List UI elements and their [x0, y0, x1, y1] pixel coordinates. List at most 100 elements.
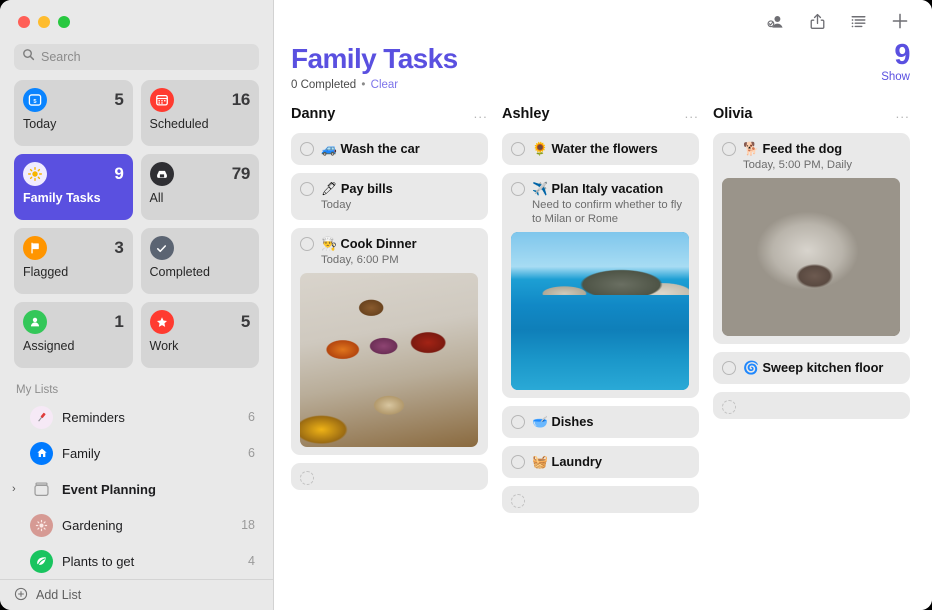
- svg-text:5: 5: [33, 99, 37, 105]
- clear-completed-button[interactable]: Clear: [371, 79, 398, 91]
- new-task-row[interactable]: [713, 392, 910, 419]
- task-card[interactable]: 🖊 Pay bills Today: [291, 173, 488, 220]
- chevron-right-icon[interactable]: ›: [12, 483, 24, 495]
- search-input[interactable]: Search: [14, 44, 259, 70]
- task-checkbox[interactable]: [300, 237, 314, 251]
- sidebar-item-family[interactable]: › Family 6: [10, 435, 263, 471]
- new-task-row[interactable]: [291, 463, 488, 490]
- zoom-button[interactable]: [58, 16, 70, 28]
- task-attachment-image[interactable]: [722, 178, 900, 336]
- task-card[interactable]: ✈️ Plan Italy vacation Need to confirm w…: [502, 173, 699, 398]
- sidebar-item-scheduled[interactable]: 16 Scheduled: [141, 80, 260, 146]
- add-list-button[interactable]: Add List: [0, 579, 273, 610]
- sidebar-item-all[interactable]: 79 All: [141, 154, 260, 220]
- task-checkbox[interactable]: [511, 455, 525, 469]
- sidebar-item-work[interactable]: 5 Work: [141, 302, 260, 368]
- sidebar-item-assigned[interactable]: 1 Assigned: [14, 302, 133, 368]
- sidebar-item-event-planning[interactable]: › Event Planning: [10, 471, 263, 507]
- columns-container: Danny ... 🚙 Wash the car 🖊 Pay bills Tod…: [274, 91, 932, 521]
- sidebar-item-event-planning-label: Event Planning: [62, 482, 246, 497]
- list-view-icon[interactable]: [849, 12, 868, 31]
- smart-lists-grid: 5 5 Today 16 Scheduled: [0, 80, 273, 368]
- task-attachment-image[interactable]: [511, 232, 689, 390]
- task-due-date: Today, 6:00 PM: [300, 253, 478, 267]
- minimize-button[interactable]: [38, 16, 50, 28]
- task-card[interactable]: 🥣 Dishes: [502, 406, 699, 438]
- column-menu-button[interactable]: ...: [896, 110, 910, 118]
- task-checkbox[interactable]: [722, 400, 736, 414]
- close-button[interactable]: [18, 16, 30, 28]
- flag-icon: [23, 236, 47, 260]
- task-checkbox[interactable]: [722, 361, 736, 375]
- sidebar-item-family-label: Family: [62, 446, 239, 461]
- main-content: Family Tasks 0 Completed • Clear 9 Show …: [274, 0, 932, 610]
- task-checkbox[interactable]: [511, 415, 525, 429]
- task-attachment-image[interactable]: [300, 273, 478, 447]
- show-completed-button[interactable]: Show: [881, 71, 910, 83]
- calendar-icon: [150, 88, 174, 112]
- reminder-count: 9: [881, 40, 910, 70]
- sidebar-item-reminders-count: 6: [248, 410, 255, 424]
- column-title: Ashley: [502, 106, 550, 122]
- task-checkbox[interactable]: [511, 182, 525, 196]
- sidebar-item-reminders-label: Reminders: [62, 410, 239, 425]
- completed-status: 0 Completed • Clear: [291, 79, 910, 91]
- task-title: 🌀 Sweep kitchen floor: [743, 360, 883, 376]
- task-checkbox[interactable]: [722, 142, 736, 156]
- share-icon[interactable]: [808, 12, 827, 31]
- task-card[interactable]: 🚙 Wash the car: [291, 133, 488, 165]
- search-container: Search: [0, 36, 273, 80]
- column-header: Danny ...: [291, 103, 488, 125]
- reminders-window: Search 5 5 Today 16: [0, 0, 932, 610]
- add-list-label: Add List: [36, 588, 81, 602]
- task-card[interactable]: 🌀 Sweep kitchen floor: [713, 352, 910, 384]
- task-title: ✈️ Plan Italy vacation: [532, 181, 663, 197]
- sidebar-item-family-tasks[interactable]: 9 Family Tasks: [14, 154, 133, 220]
- sidebar-item-today[interactable]: 5 5 Today: [14, 80, 133, 146]
- sidebar-item-all-count: 79: [232, 164, 250, 184]
- sidebar-item-completed[interactable]: Completed: [141, 228, 260, 294]
- list-header: Family Tasks 0 Completed • Clear 9 Show: [274, 42, 932, 91]
- folder-icon: [30, 478, 53, 501]
- task-checkbox[interactable]: [300, 182, 314, 196]
- sidebar-item-plants-to-get-label: Plants to get: [62, 554, 239, 569]
- task-card[interactable]: 👨‍🍳 Cook Dinner Today, 6:00 PM: [291, 228, 488, 455]
- sidebar-item-reminders[interactable]: › Reminders 6: [10, 399, 263, 435]
- flower-icon: [30, 514, 53, 537]
- star-icon: [150, 310, 174, 334]
- leaf-icon: [30, 550, 53, 573]
- task-emoji: ✈️: [532, 181, 548, 196]
- column-menu-button[interactable]: ...: [474, 110, 488, 118]
- task-checkbox[interactable]: [511, 142, 525, 156]
- task-card[interactable]: 🧺 Laundry: [502, 446, 699, 478]
- task-card[interactable]: 🌻 Water the flowers: [502, 133, 699, 165]
- task-card[interactable]: 🐕 Feed the dog Today, 5:00 PM, Daily: [713, 133, 910, 344]
- task-checkbox[interactable]: [300, 471, 314, 485]
- task-checkbox[interactable]: [300, 142, 314, 156]
- sidebar-item-scheduled-count: 16: [232, 90, 250, 110]
- sidebar-item-gardening[interactable]: › Gardening 18: [10, 507, 263, 543]
- task-due-date: Today: [300, 198, 478, 212]
- sidebar-item-completed-label: Completed: [150, 265, 251, 279]
- share-participants-icon[interactable]: [765, 11, 786, 32]
- new-task-row[interactable]: [502, 486, 699, 513]
- task-title: 👨‍🍳 Cook Dinner: [321, 236, 417, 252]
- column-title: Danny: [291, 106, 335, 122]
- completed-count-text: 0 Completed: [291, 79, 356, 91]
- column-header: Ashley ...: [502, 103, 699, 125]
- add-icon[interactable]: [890, 11, 910, 31]
- person-icon: [23, 310, 47, 334]
- task-emoji: 🚙: [321, 141, 337, 156]
- window-traffic-lights: [0, 0, 273, 36]
- column-menu-button[interactable]: ...: [685, 110, 699, 118]
- task-title: 🐕 Feed the dog: [743, 141, 842, 157]
- sidebar-item-flagged[interactable]: 3 Flagged: [14, 228, 133, 294]
- checkmark-icon: [150, 236, 174, 260]
- sidebar: Search 5 5 Today 16: [0, 0, 274, 610]
- column-danny: Danny ... 🚙 Wash the car 🖊 Pay bills Tod…: [291, 103, 488, 521]
- sidebar-item-gardening-count: 18: [241, 518, 255, 532]
- task-emoji: 🖊: [321, 181, 337, 196]
- task-emoji: 🥣: [532, 414, 548, 429]
- sidebar-item-plants-to-get[interactable]: › Plants to get 4: [10, 543, 263, 579]
- task-checkbox[interactable]: [511, 494, 525, 508]
